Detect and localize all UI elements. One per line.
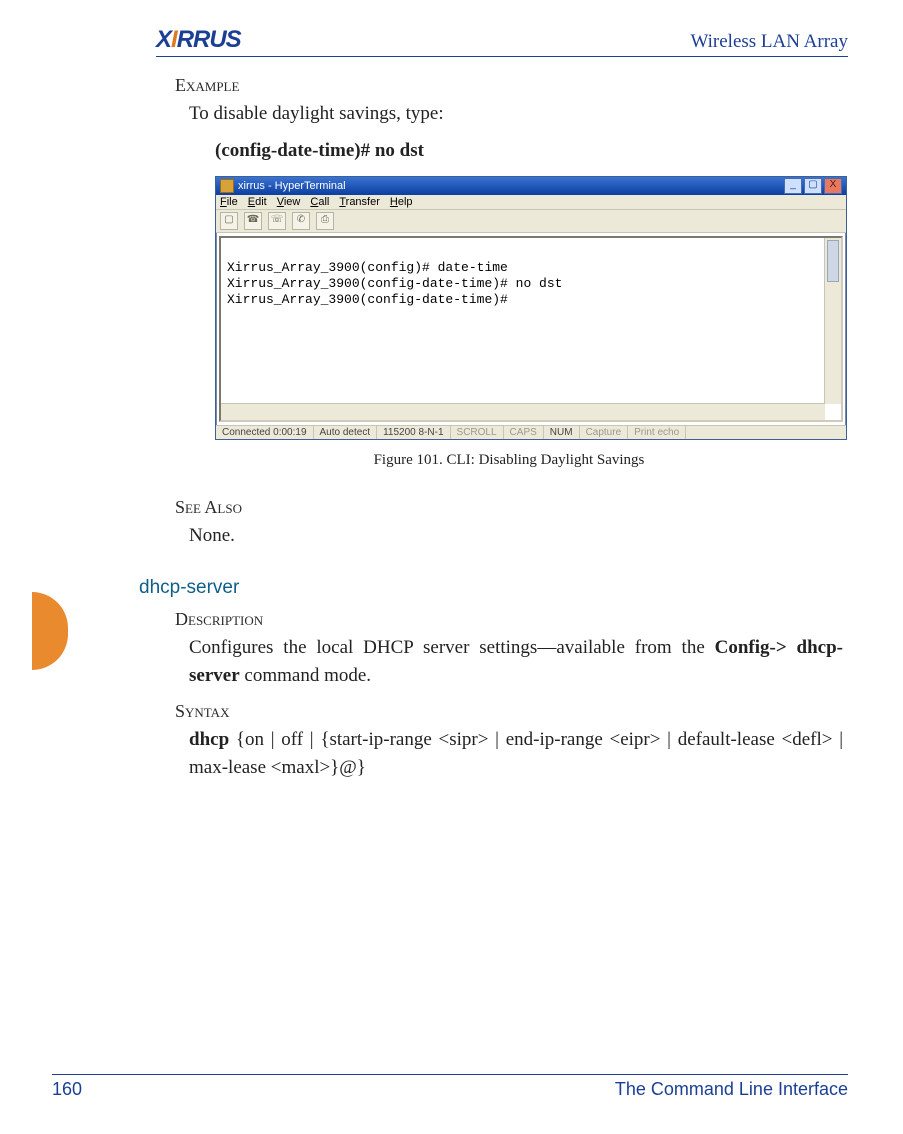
ht-menubar: File Edit View Call Transfer Help <box>216 195 846 210</box>
dhcp-syntax-body: dhcp {on | off | {start-ip-range <sipr> … <box>189 726 843 781</box>
ht-vscrollbar[interactable] <box>824 238 841 404</box>
page-header: XIRRUS Wireless LAN Array <box>156 28 848 57</box>
dhcp-desc-post: command mode. <box>240 665 371 686</box>
status-connected: Connected 0:00:19 <box>216 426 314 439</box>
menu-file[interactable]: File <box>220 196 238 208</box>
page-number: 160 <box>52 1079 82 1100</box>
page-footer: 160 The Command Line Interface <box>52 1074 848 1100</box>
dhcp-syntax-heading: Syntax <box>175 701 843 722</box>
status-scroll: SCROLL <box>451 426 504 439</box>
dhcp-section-title: dhcp-server <box>139 577 843 599</box>
menu-call[interactable]: Call <box>310 196 329 208</box>
side-tab-decor <box>32 592 68 670</box>
close-button[interactable]: X <box>824 178 842 194</box>
menu-edit[interactable]: Edit <box>248 196 267 208</box>
term-line-1: Xirrus_Array_3900(config)# date-time <box>227 260 508 275</box>
dhcp-description-heading: Description <box>175 609 843 630</box>
ht-hscrollbar[interactable] <box>221 403 825 420</box>
status-num: NUM <box>544 426 580 439</box>
maximize-button[interactable]: ▢ <box>804 178 822 194</box>
status-detect: Auto detect <box>314 426 378 439</box>
hyperterminal-window: xirrus - HyperTerminal _ ▢ X File Edit V… <box>215 176 847 440</box>
status-echo: Print echo <box>628 426 686 439</box>
menu-help[interactable]: Help <box>390 196 413 208</box>
page-content: Example To disable daylight savings, typ… <box>175 75 843 793</box>
dhcp-syntax-bold: dhcp <box>189 729 229 750</box>
ht-app-icon <box>220 179 234 193</box>
see-also-body: None. <box>189 522 843 550</box>
dhcp-syntax-rest: {on | off | {start-ip-range <sipr> | end… <box>189 729 843 778</box>
term-line-2: Xirrus_Array_3900(config-date-time)# no … <box>227 276 562 291</box>
product-name: Wireless LAN Array <box>690 31 848 53</box>
figure-caption: Figure 101. CLI: Disabling Daylight Savi… <box>175 452 843 469</box>
logo-text-post: RRUS <box>177 26 241 53</box>
ht-window-buttons: _ ▢ X <box>784 178 842 194</box>
menu-view[interactable]: View <box>277 196 301 208</box>
dhcp-desc-pre: Configures the local DHCP server setting… <box>189 637 715 658</box>
tb-call-icon[interactable]: ☏ <box>268 212 286 230</box>
example-command: (config-date-time)# no dst <box>215 140 843 162</box>
tb-send-icon[interactable]: ⎙ <box>316 212 334 230</box>
menu-transfer[interactable]: Transfer <box>339 196 380 208</box>
minimize-button[interactable]: _ <box>784 178 802 194</box>
status-capture: Capture <box>580 426 629 439</box>
status-caps: CAPS <box>504 426 544 439</box>
ht-titlebar: xirrus - HyperTerminal _ ▢ X <box>216 177 846 195</box>
dhcp-description-body: Configures the local DHCP server setting… <box>189 634 843 689</box>
tb-open-icon[interactable]: ☎ <box>244 212 262 230</box>
ht-statusbar: Connected 0:00:19 Auto detect 115200 8-N… <box>216 425 846 439</box>
section-name: The Command Line Interface <box>615 1079 848 1100</box>
ht-terminal: Xirrus_Array_3900(config)# date-time Xir… <box>219 236 843 422</box>
figure-hyperterminal: xirrus - HyperTerminal _ ▢ X File Edit V… <box>215 176 843 440</box>
term-line-3: Xirrus_Array_3900(config-date-time)# <box>227 292 508 307</box>
xirrus-logo: XIRRUS <box>156 26 241 54</box>
ht-title-text: xirrus - HyperTerminal <box>238 177 346 195</box>
status-port: 115200 8-N-1 <box>377 426 450 439</box>
logo-text-pre: X <box>156 26 171 53</box>
example-heading: Example <box>175 75 843 96</box>
see-also-heading: See Also <box>175 497 843 518</box>
tb-hangup-icon[interactable]: ✆ <box>292 212 310 230</box>
example-intro: To disable daylight savings, type: <box>189 100 843 128</box>
ht-toolbar: ▢ ☎ ☏ ✆ ⎙ <box>216 210 846 233</box>
tb-new-icon[interactable]: ▢ <box>220 212 238 230</box>
